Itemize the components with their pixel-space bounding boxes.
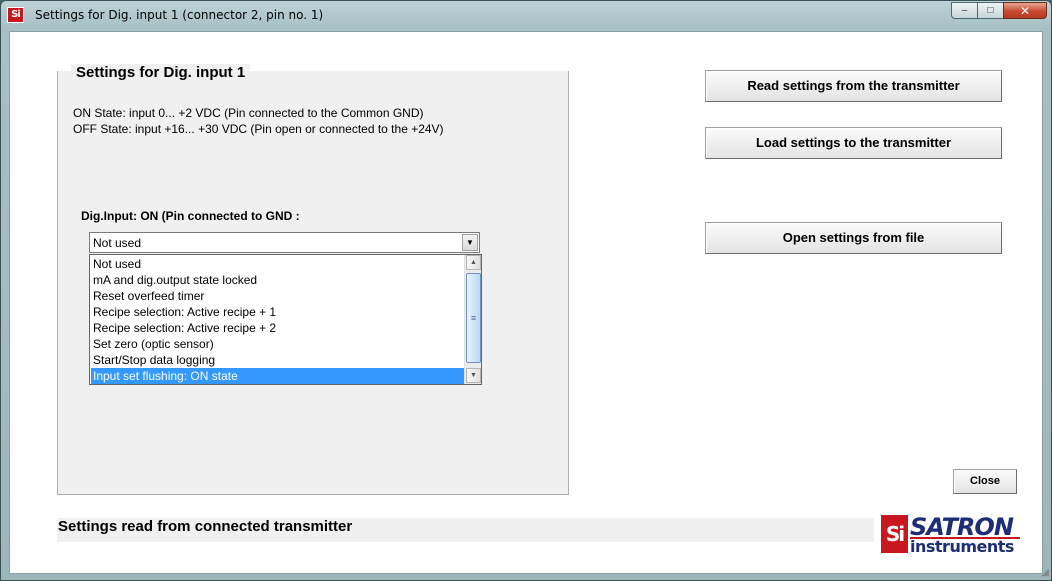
function-combobox[interactable]: Not used ▼ bbox=[89, 232, 480, 253]
function-dropdown-list[interactable]: Not used mA and dig.output state locked Re… bbox=[89, 254, 482, 385]
title-bar[interactable]: Si Settings for Dig. input 1 (connector … bbox=[1, 1, 1051, 29]
logo-mark: Si bbox=[881, 515, 908, 553]
list-item[interactable]: Recipe selection: Active recipe + 2 bbox=[91, 320, 466, 336]
close-button[interactable]: Close bbox=[953, 469, 1017, 494]
minimize-button[interactable]: – bbox=[951, 2, 977, 19]
load-settings-button[interactable]: Load settings to the transmitter bbox=[705, 127, 1002, 159]
status-bar: Settings read from connected transmitter bbox=[57, 518, 874, 542]
settings-groupbox: Settings for Dig. input 1 ON State: inpu… bbox=[57, 64, 569, 495]
list-scrollbar[interactable]: ▲ ≡ ▼ bbox=[464, 255, 481, 384]
on-state-text: ON State: input 0... +2 VDC (Pin connect… bbox=[73, 106, 424, 120]
scroll-up-icon[interactable]: ▲ bbox=[466, 255, 481, 270]
close-window-button[interactable]: ✕ bbox=[1003, 2, 1047, 19]
resize-grip-icon[interactable]: ◢ bbox=[1041, 567, 1049, 578]
client-area: Settings for Dig. input 1 ON State: inpu… bbox=[9, 31, 1043, 574]
app-icon: Si bbox=[7, 7, 24, 23]
read-settings-button[interactable]: Read settings from the transmitter bbox=[705, 70, 1002, 102]
maximize-button[interactable]: □ bbox=[977, 2, 1003, 19]
dialog-window: Si Settings for Dig. input 1 (connector … bbox=[0, 0, 1052, 581]
group-title: Settings for Dig. input 1 bbox=[71, 64, 251, 81]
list-item[interactable]: Not used bbox=[91, 256, 466, 272]
open-settings-file-button[interactable]: Open settings from file bbox=[705, 222, 1002, 254]
list-item[interactable]: Reset overfeed timer bbox=[91, 288, 466, 304]
list-item[interactable]: Recipe selection: Active recipe + 1 bbox=[91, 304, 466, 320]
scroll-down-icon[interactable]: ▼ bbox=[466, 368, 481, 383]
list-item[interactable]: Input set flushing: ON state bbox=[91, 368, 466, 384]
combobox-value: Not used bbox=[93, 236, 142, 250]
list-item[interactable]: Set zero (optic sensor) bbox=[91, 336, 466, 352]
logo-subtitle: instruments bbox=[910, 537, 1014, 556]
scroll-thumb[interactable]: ≡ bbox=[466, 273, 481, 363]
dig-input-label: Dig.Input: ON (Pin connected to GND : bbox=[81, 209, 300, 223]
off-state-text: OFF State: input +16... +30 VDC (Pin ope… bbox=[73, 122, 444, 136]
list-item[interactable]: mA and dig.output state locked bbox=[91, 272, 466, 288]
window-title: Settings for Dig. input 1 (connector 2, … bbox=[35, 8, 324, 22]
list-item[interactable]: Start/Stop data logging bbox=[91, 352, 466, 368]
satron-logo: Si SATRON instruments bbox=[881, 513, 1021, 556]
caption-buttons: – □ ✕ bbox=[951, 2, 1047, 20]
chevron-down-icon[interactable]: ▼ bbox=[462, 234, 478, 251]
